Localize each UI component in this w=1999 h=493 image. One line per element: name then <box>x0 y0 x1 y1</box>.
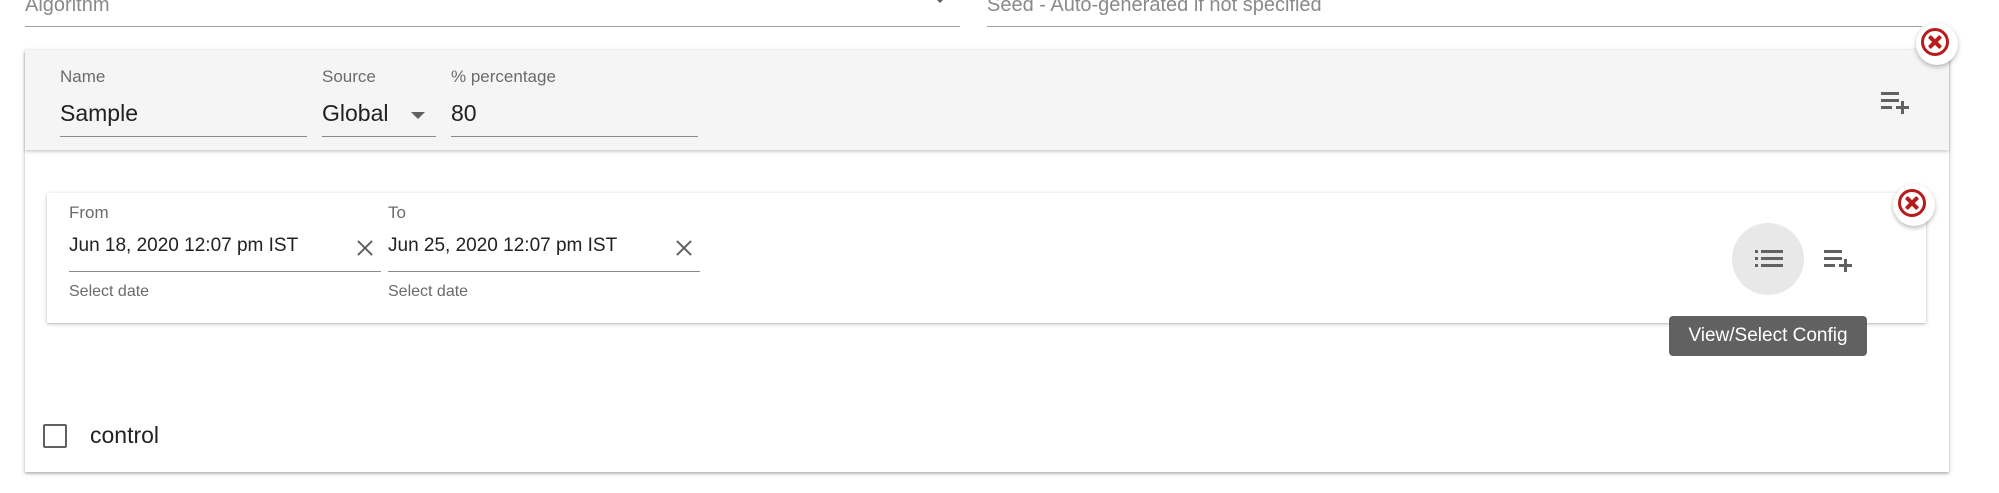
caret-down-icon <box>933 0 947 3</box>
remove-icon <box>1921 28 1949 56</box>
to-hint: Select date <box>388 283 469 300</box>
from-hint: Select date <box>69 283 150 300</box>
list-icon <box>1755 250 1783 267</box>
playlist-add-icon[interactable] <box>1822 246 1854 274</box>
clear-from-icon[interactable] <box>356 239 374 257</box>
to-label: To <box>388 203 406 222</box>
remove-icon <box>1898 189 1926 217</box>
control-label: control <box>90 422 160 448</box>
to-underline <box>388 271 700 272</box>
date-range-card: From Jun 18, 2020 12:07 pm IST Select da… <box>47 193 1926 323</box>
from-label: From <box>69 203 109 222</box>
name-label: Name <box>60 67 106 86</box>
percentage-underline <box>451 136 698 137</box>
to-date-input[interactable]: Jun 25, 2020 12:07 pm IST <box>388 235 617 257</box>
seed-placeholder: Seed - Auto-generated if not specified <box>987 0 1322 16</box>
clear-to-icon[interactable] <box>675 239 693 257</box>
name-input[interactable]: Sample <box>60 100 138 127</box>
percentage-input[interactable]: 80 <box>451 100 477 127</box>
percentage-label: % percentage <box>451 67 556 86</box>
tooltip: View/Select Config <box>1669 316 1867 356</box>
source-underline <box>322 136 436 137</box>
seed-input[interactable]: Seed - Auto-generated if not specified <box>987 0 1922 27</box>
caret-down-icon[interactable] <box>411 112 425 119</box>
control-checkbox[interactable] <box>43 424 67 448</box>
source-select[interactable]: Global <box>322 100 388 127</box>
from-underline <box>69 271 381 272</box>
remove-variant-button[interactable] <box>1916 23 1958 65</box>
name-underline <box>60 136 307 137</box>
from-date-input[interactable]: Jun 18, 2020 12:07 pm IST <box>69 235 298 257</box>
algorithm-placeholder: Algorithm <box>25 0 110 16</box>
variant-card-header: Name Sample Source Global % percentage 8… <box>25 50 1949 150</box>
playlist-add-icon[interactable] <box>1879 88 1911 116</box>
remove-date-range-button[interactable] <box>1893 184 1935 226</box>
source-label: Source <box>322 67 376 86</box>
algorithm-select[interactable]: Algorithm <box>25 0 960 27</box>
